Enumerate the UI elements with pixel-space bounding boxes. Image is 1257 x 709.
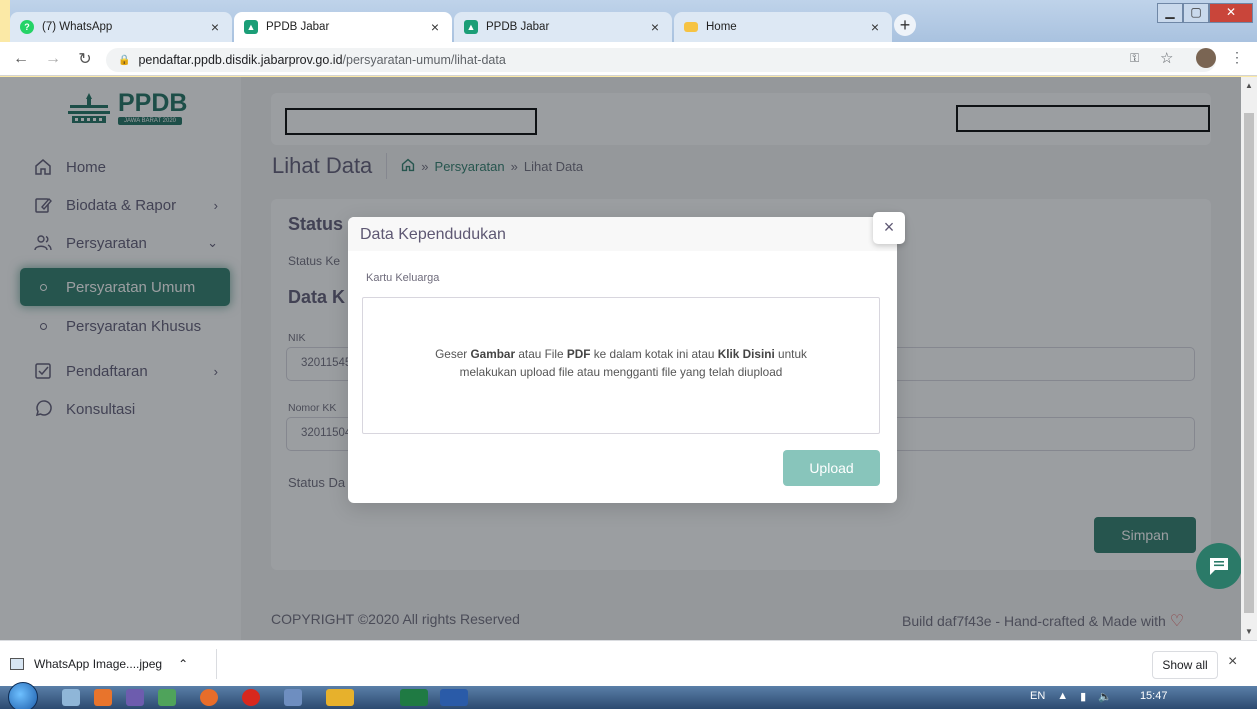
window-controls: ▁ ▢ ✕ [1157, 3, 1253, 23]
close-window-icon[interactable]: ✕ [1209, 3, 1253, 23]
chevron-up-icon[interactable]: ⌃ [178, 657, 188, 671]
dropzone-bold: Gambar [470, 347, 516, 361]
url-field[interactable]: 🔒 pendaftar.ppdb.disdik.jabarprov.go.id /… [106, 48, 1216, 72]
chrome-icon[interactable] [326, 689, 354, 706]
tab-title: PPDB Jabar [266, 21, 330, 33]
reload-icon[interactable]: ↻ [74, 49, 96, 69]
download-item[interactable]: WhatsApp Image....jpeg ⌃ [10, 653, 188, 675]
network-icon[interactable]: ▮ [1080, 690, 1086, 703]
system-tray: EN ▲ ▮ 🔈 15:47 [1030, 690, 1167, 703]
url-host: pendaftar.ppdb.disdik.jabarprov.go.id [138, 53, 343, 67]
chat-button[interactable] [1196, 543, 1241, 589]
start-button[interactable] [8, 682, 38, 709]
clock[interactable]: 15:47 [1140, 690, 1168, 703]
close-download-bar-icon[interactable]: × [1228, 653, 1237, 671]
ppdb-icon: ▲ [464, 20, 478, 34]
forward-icon[interactable]: → [42, 50, 64, 68]
app-icon[interactable] [158, 689, 176, 706]
tab-ppdb-active[interactable]: ▲ PPDB Jabar × [234, 12, 452, 42]
os-taskbar: EN ▲ ▮ 🔈 15:47 [0, 682, 1257, 709]
kartu-keluarga-label: Kartu Keluarga [366, 272, 440, 284]
outlook-icon[interactable] [94, 689, 112, 706]
browser-tab-bar: ? (7) WhatsApp × ▲ PPDB Jabar × ▲ PPDB J… [0, 0, 1257, 42]
close-tab-icon[interactable]: × [868, 19, 882, 35]
minimize-icon[interactable]: ▁ [1157, 3, 1183, 23]
app-icon[interactable] [284, 689, 302, 706]
modal-data-kependudukan: Data Kependudukan × Kartu Keluarga Geser… [348, 212, 905, 503]
file-dropzone[interactable]: Geser Gambar atau File PDF ke dalam kota… [362, 297, 880, 434]
window-frame [0, 0, 10, 42]
divider [216, 649, 217, 679]
chat-icon [1210, 558, 1228, 575]
opera-icon[interactable] [242, 689, 260, 706]
new-tab-button[interactable]: + [894, 14, 916, 36]
dropzone-text: untuk [774, 347, 807, 361]
key-icon[interactable]: ⚿ [1130, 51, 1139, 66]
dropzone-bold: PDF [566, 347, 591, 361]
scrollbar-thumb[interactable] [1244, 113, 1254, 613]
tab-home[interactable]: Home × [674, 12, 892, 42]
back-icon[interactable]: ← [10, 50, 32, 68]
url-path: /persyaratan-umum/lihat-data [342, 53, 506, 67]
tab-title: Home [706, 21, 737, 33]
dropzone-text: ke dalam kotak ini atau [590, 347, 718, 361]
maximize-icon[interactable]: ▢ [1183, 3, 1209, 23]
whatsapp-icon: ? [20, 20, 34, 34]
dropzone-text: atau File [515, 347, 567, 361]
language-indicator[interactable]: EN [1030, 690, 1045, 703]
dropzone-text: Geser [435, 347, 471, 361]
page-scrollbar[interactable]: ▲ ▼ [1241, 77, 1257, 640]
close-tab-icon[interactable]: × [208, 19, 222, 35]
tab-title: PPDB Jabar [486, 21, 550, 33]
image-file-icon [10, 658, 24, 670]
excel-icon[interactable] [400, 689, 428, 706]
tab-whatsapp[interactable]: ? (7) WhatsApp × [10, 12, 232, 42]
folder-icon [684, 22, 698, 32]
modal-close-button[interactable]: × [873, 212, 905, 244]
app-icon[interactable] [126, 689, 144, 706]
download-filename: WhatsApp Image....jpeg [34, 657, 163, 671]
menu-icon[interactable]: ⋮ [1230, 49, 1244, 66]
close-tab-icon[interactable]: × [428, 19, 442, 35]
modal-header: Data Kependudukan [348, 217, 897, 251]
firefox-icon[interactable] [200, 689, 218, 706]
scroll-down-icon[interactable]: ▼ [1241, 627, 1257, 636]
dropzone-text: melakukan upload file atau mengganti fil… [459, 365, 783, 379]
download-bar: WhatsApp Image....jpeg ⌃ Show all × [0, 640, 1257, 686]
address-bar: ← → ↻ 🔒 pendaftar.ppdb.disdik.jabarprov.… [0, 42, 1257, 76]
modal-title: Data Kependudukan [360, 226, 506, 243]
tab-ppdb[interactable]: ▲ PPDB Jabar × [454, 12, 672, 42]
page-viewport: PPDB JAWA BARAT 2020 Home Biodata & Rapo… [0, 77, 1241, 640]
show-all-button[interactable]: Show all [1152, 651, 1218, 679]
explorer-icon[interactable] [62, 689, 80, 706]
upload-button[interactable]: Upload [783, 450, 880, 486]
word-icon[interactable] [440, 689, 468, 706]
scroll-up-icon[interactable]: ▲ [1241, 81, 1257, 90]
star-icon[interactable]: ☆ [1160, 49, 1173, 67]
tray-arrow-icon[interactable]: ▲ [1057, 690, 1068, 703]
tab-title: (7) WhatsApp [42, 21, 113, 33]
ppdb-icon: ▲ [244, 20, 258, 34]
close-tab-icon[interactable]: × [648, 19, 662, 35]
profile-avatar[interactable] [1196, 48, 1216, 68]
dropzone-bold: Klik Disini [717, 347, 775, 361]
volume-icon[interactable]: 🔈 [1098, 690, 1112, 703]
lock-icon: 🔒 [118, 54, 131, 66]
